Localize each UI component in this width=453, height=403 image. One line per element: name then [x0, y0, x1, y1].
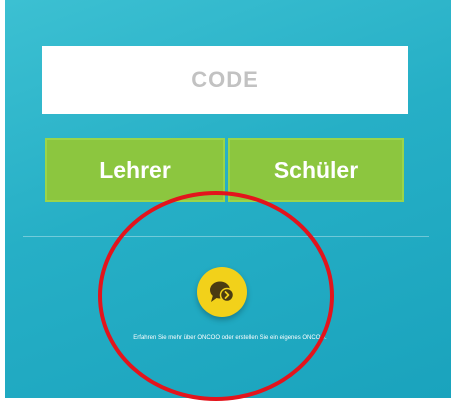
info-fab-button[interactable]	[197, 267, 247, 317]
teacher-button[interactable]: Lehrer	[45, 138, 225, 202]
info-text: Erfahren Sie mehr über ONCOO oder erstel…	[133, 335, 327, 341]
chat-bubble-arrow-icon	[210, 281, 235, 303]
screenshot-frame: Lehrer Schüler Erfahren Sie mehr über ON…	[0, 0, 453, 403]
login-panel: Lehrer Schüler Erfahren Sie mehr über ON…	[5, 0, 451, 398]
code-input[interactable]	[42, 46, 408, 114]
divider	[23, 236, 429, 237]
student-button[interactable]: Schüler	[228, 138, 404, 202]
